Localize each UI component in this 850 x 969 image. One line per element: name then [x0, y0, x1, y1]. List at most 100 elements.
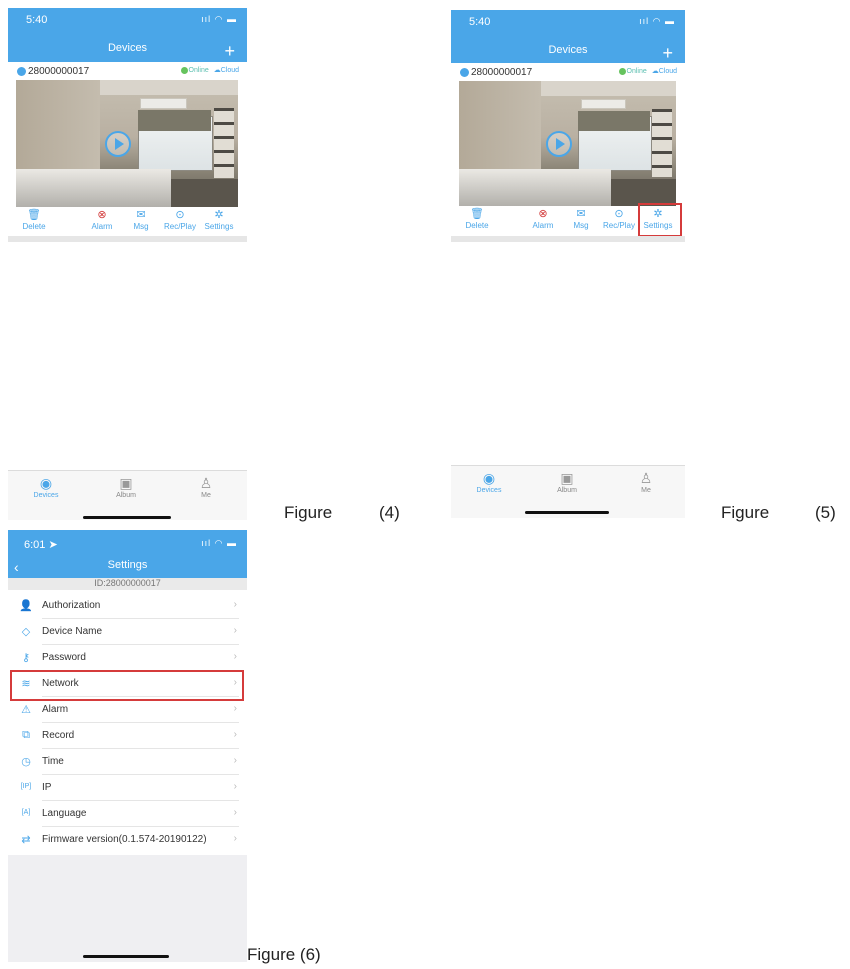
ip-icon: [IP]	[20, 783, 32, 790]
tab-me-label: Me	[641, 487, 651, 494]
room-blind	[578, 111, 650, 131]
online-icon	[618, 67, 626, 75]
nav-bar: Devices +	[8, 42, 247, 60]
settings-item-label: Authorization	[42, 600, 101, 611]
status-time: 6:01 ➤	[24, 538, 58, 551]
settings-label: Settings	[204, 222, 234, 231]
device-id: 28000000017	[28, 66, 90, 77]
settings-button[interactable]: ✲ Settings	[197, 209, 241, 231]
settings-item-firmware[interactable]: ⇄ Firmware version(0.1.574-20190122) ›	[8, 827, 247, 853]
page-title: Settings	[107, 559, 148, 571]
tab-devices[interactable]: ◉ Devices	[16, 474, 76, 499]
chevron-right-icon: ›	[233, 807, 237, 818]
add-device-button[interactable]: +	[662, 44, 673, 62]
play-circle-icon: ⊙	[175, 209, 185, 221]
delete-button[interactable]: 🗑 Delete	[12, 209, 56, 231]
settings-item-label: Password	[42, 652, 86, 663]
status-bar: 6:01 ➤ ııl ◠ ▬	[8, 530, 247, 560]
tab-album[interactable]: ▣ Album	[96, 474, 156, 499]
video-camera-icon: ⧉	[22, 729, 30, 741]
nav-bar: Devices +	[451, 44, 685, 62]
rec-play-button[interactable]: ⊙ Rec/Play	[597, 208, 641, 230]
rec-play-label: Rec/Play	[163, 222, 196, 231]
figure-4-devices-screen: 5:40 ııl ◠ ▬ Devices + 28000000017 Onlin…	[8, 8, 247, 520]
trash-icon: 🗑	[470, 208, 484, 220]
settings-item-record[interactable]: ⧉ Record ›	[8, 723, 247, 749]
tab-devices[interactable]: ◉ Devices	[459, 469, 519, 494]
page-title: Devices	[548, 44, 588, 56]
delete-button[interactable]: 🗑 Delete	[455, 208, 499, 230]
play-circle-icon: ⊙	[614, 208, 624, 220]
figure-6-caption: Figure (6)	[247, 945, 321, 964]
room-air-conditioner	[140, 97, 187, 109]
page-title: Devices	[107, 42, 148, 54]
chevron-right-icon: ›	[233, 599, 237, 610]
shield-alarm-icon: ⊗	[97, 209, 107, 221]
online-icon	[180, 66, 188, 74]
cloud-icon: ☁	[213, 67, 221, 74]
tag-icon: ◇	[21, 626, 31, 638]
settings-item-authorization[interactable]: 👤 Authorization ›	[8, 593, 247, 619]
device-header-row: 28000000017 Online ☁Cloud	[8, 65, 247, 81]
settings-item-password[interactable]: ⚷ Password ›	[8, 645, 247, 671]
figure-5-caption-label: Figure	[721, 503, 770, 522]
rec-play-button[interactable]: ⊙ Rec/Play	[158, 209, 202, 231]
settings-highlight-box	[638, 203, 682, 237]
msg-label: Msg	[133, 222, 149, 231]
refresh-arrows-icon: ⇄	[21, 834, 31, 846]
camera-preview[interactable]	[16, 80, 238, 207]
room-wardrobe	[459, 81, 542, 175]
camera-preview[interactable]	[459, 81, 676, 206]
signal-wifi-battery-icon: ııl ◠ ▬	[201, 538, 237, 548]
figure-5-devices-screen: 5:40 ııl ◠ ▬ Devices + 28000000017 Onlin…	[451, 10, 685, 518]
room-air-conditioner	[580, 98, 626, 110]
person-icon: ♙	[639, 470, 653, 486]
camera-icon: ◉	[39, 475, 53, 491]
settings-item-label: IP	[42, 782, 52, 793]
location-icon: ➤	[48, 539, 58, 551]
home-indicator	[83, 955, 169, 958]
settings-item-device-name[interactable]: ◇ Device Name ›	[8, 619, 247, 645]
chevron-right-icon: ›	[233, 729, 237, 740]
tab-album[interactable]: ▣ Album	[537, 469, 597, 494]
settings-item-language[interactable]: [A] Language ›	[8, 801, 247, 827]
camera-icon: ◉	[482, 470, 496, 486]
online-label: Online	[626, 68, 647, 75]
msg-label: Msg	[573, 221, 589, 230]
person-icon: ♙	[199, 475, 213, 491]
chevron-right-icon: ›	[233, 781, 237, 792]
network-highlight-box	[10, 670, 244, 701]
settings-item-ip[interactable]: [IP] IP ›	[8, 775, 247, 801]
status-bar: 5:40 ııl ◠ ▬	[8, 8, 247, 38]
play-icon[interactable]	[104, 131, 131, 158]
tab-album-label: Album	[557, 487, 577, 494]
device-status: Online ☁Cloud	[180, 66, 239, 74]
settings-list: 👤 Authorization › ◇ Device Name › ⚷ Password ›…	[8, 593, 247, 853]
add-device-button[interactable]: +	[224, 42, 235, 60]
device-header-row: 28000000017 Online ☁Cloud	[451, 66, 685, 82]
figure-4-caption-number: (4)	[379, 503, 400, 522]
room-wardrobe	[16, 80, 101, 176]
cloud-icon: ☁	[651, 68, 659, 75]
image-icon: ▣	[560, 470, 574, 486]
room-bed	[16, 168, 172, 207]
device-id: 28000000017	[471, 67, 533, 78]
msg-button[interactable]: ✉ Msg	[119, 209, 163, 231]
alarm-button[interactable]: ⊗ Alarm	[80, 209, 124, 231]
settings-item-label: Time	[42, 756, 64, 767]
chevron-right-icon: ›	[233, 833, 237, 844]
online-label: Online	[188, 67, 209, 74]
cloud-label: Cloud	[658, 68, 677, 75]
room-blind	[138, 110, 212, 131]
settings-item-time[interactable]: ◷ Time ›	[8, 749, 247, 775]
key-icon: ⚷	[21, 652, 31, 664]
status-time: 5:40	[26, 14, 48, 26]
tab-me[interactable]: ♙ Me	[176, 474, 236, 499]
rec-play-label: Rec/Play	[602, 221, 635, 230]
room-bed	[459, 168, 611, 206]
play-icon[interactable]	[545, 131, 572, 158]
settings-item-label: Firmware version(0.1.574-20190122)	[42, 834, 207, 845]
tab-bar: ◉ Devices ▣ Album ♙ Me	[8, 470, 247, 520]
tab-me[interactable]: ♙ Me	[616, 469, 676, 494]
user-key-icon: 👤	[19, 600, 33, 612]
